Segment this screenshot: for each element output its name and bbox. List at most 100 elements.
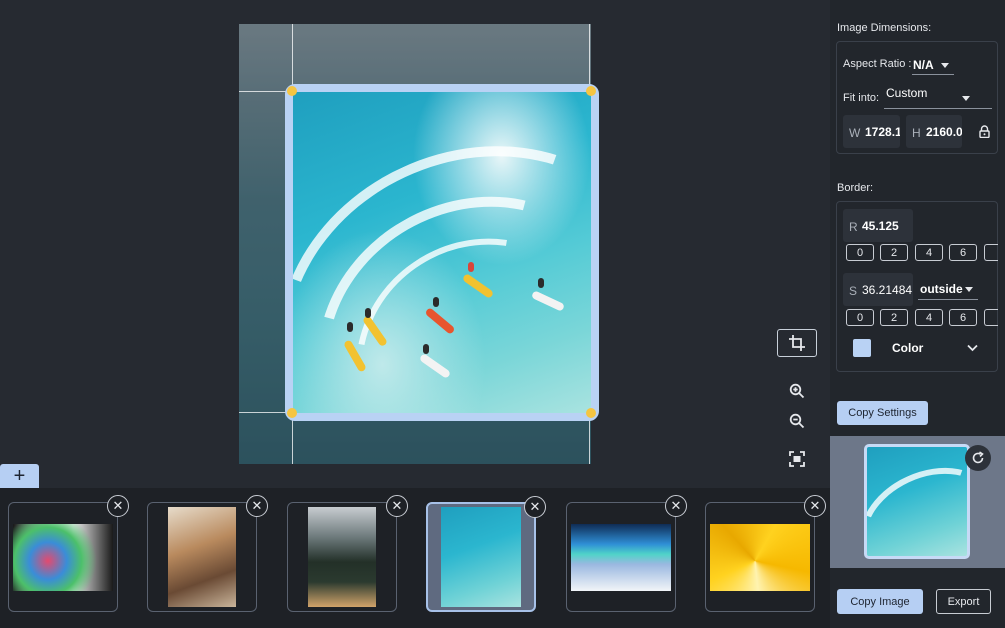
preset-label: 2	[890, 246, 898, 259]
zoom-out-button[interactable]	[786, 410, 808, 432]
export-button[interactable]: Export	[936, 589, 991, 614]
cliff-photo-icon	[168, 507, 236, 607]
refresh-preview-button[interactable]	[965, 445, 991, 471]
size-preset-button[interactable]: 0	[846, 309, 874, 326]
preset-label: 0	[856, 246, 864, 259]
crop-frame[interactable]	[285, 84, 599, 421]
color-label: Color	[892, 341, 924, 355]
thumbnail-item[interactable]: ✕	[8, 495, 129, 612]
thumbnail-item[interactable]: ✕	[147, 495, 268, 612]
radius-preset-button[interactable]: 0	[846, 244, 874, 261]
close-icon: ✕	[529, 499, 541, 514]
close-icon: ✕	[391, 498, 403, 513]
thumbnail-item[interactable]: ✕	[287, 495, 408, 612]
aspect-ratio-value: N/A	[913, 58, 934, 72]
crop-icon	[789, 335, 805, 351]
radius-value: 45.125	[862, 219, 899, 233]
border-position-value: outside	[920, 282, 963, 296]
yellow-triangle-photo-icon	[710, 523, 810, 591]
thumbnail-close-button[interactable]: ✕	[107, 495, 129, 517]
chevron-down-icon	[962, 96, 970, 101]
surfer	[423, 344, 429, 354]
zoom-out-icon	[789, 413, 805, 429]
close-icon: ✕	[670, 498, 682, 513]
aurora-photo-icon	[571, 523, 671, 591]
thumbnail-close-button[interactable]: ✕	[665, 495, 687, 517]
size-preset-button[interactable]: 4	[915, 309, 943, 326]
thumbnail-close-button[interactable]: ✕	[804, 495, 826, 517]
preset-label: 4	[925, 246, 933, 259]
add-image-button[interactable]: +	[0, 464, 39, 488]
width-label: W	[849, 126, 861, 140]
surfer	[365, 308, 371, 318]
zoom-in-icon	[789, 383, 805, 399]
preview-image	[864, 444, 970, 559]
forest-lake-photo-icon	[308, 507, 376, 607]
copy-settings-button[interactable]: Copy Settings	[837, 401, 928, 425]
wave-foam	[867, 447, 967, 556]
close-icon: ✕	[809, 498, 821, 513]
export-label: Export	[947, 595, 980, 608]
radius-preset-button[interactable]: 4	[915, 244, 943, 261]
add-label: +	[13, 464, 26, 487]
thumbnail-close-button[interactable]: ✕	[246, 495, 268, 517]
copy-image-label: Copy Image	[850, 595, 910, 608]
height-label: H	[912, 126, 921, 140]
preset-label: 6	[959, 311, 967, 324]
filmstrip: ✕ ✕ ✕ ✕ ✕ ✕	[0, 488, 830, 628]
close-icon: ✕	[251, 498, 263, 513]
aspect-ratio-label: Aspect Ratio :	[843, 58, 912, 70]
close-icon: ✕	[112, 498, 124, 513]
preset-label: 4	[925, 311, 933, 324]
size-preset-button-partial[interactable]	[984, 309, 998, 326]
thumbnail-item[interactable]: ✕	[566, 495, 687, 612]
radius-preset-button[interactable]: 2	[880, 244, 908, 261]
hands-paint-photo-icon	[13, 523, 113, 591]
fit-screen-button[interactable]	[786, 448, 808, 470]
height-value: 2160.0	[926, 125, 962, 139]
canvas-area	[0, 0, 830, 488]
thumbnail-item[interactable]: ✕	[705, 495, 826, 612]
lock-icon	[978, 124, 990, 138]
chevron-down-icon	[967, 344, 978, 352]
refresh-icon	[972, 451, 984, 464]
chevron-down-icon	[941, 63, 949, 68]
copy-settings-label: Copy Settings	[848, 407, 917, 419]
crop-handle-bottom-left[interactable]	[287, 408, 297, 418]
crop-handle-top-right[interactable]	[586, 86, 596, 96]
lock-aspect-button[interactable]	[977, 123, 991, 139]
width-value: 1728.1	[865, 125, 900, 139]
fit-into-value: Custom	[886, 86, 928, 100]
size-label: S	[849, 284, 858, 298]
crop-handle-bottom-right[interactable]	[586, 408, 596, 418]
radius-preset-button[interactable]: 6	[949, 244, 977, 261]
crop-handle-top-left[interactable]	[287, 86, 297, 96]
surf-wave-photo-icon	[441, 507, 521, 607]
size-preset-button[interactable]: 2	[880, 309, 908, 326]
copy-image-button[interactable]: Copy Image	[837, 589, 923, 614]
zoom-in-button[interactable]	[786, 380, 808, 402]
surfer	[538, 278, 544, 288]
color-swatch	[853, 339, 871, 357]
thumbnail-close-button[interactable]: ✕	[524, 496, 546, 518]
size-value: 36.21484	[862, 283, 913, 297]
thumbnail-close-button[interactable]: ✕	[386, 495, 408, 517]
surfer	[433, 297, 439, 307]
select-underline	[918, 299, 978, 300]
chevron-down-icon	[965, 287, 973, 292]
thumbnail-item-selected[interactable]: ✕	[426, 496, 546, 612]
border-title: Border:	[837, 182, 874, 194]
preset-label: 2	[890, 311, 898, 324]
select-underline	[884, 108, 992, 109]
size-preset-button[interactable]: 6	[949, 309, 977, 326]
preset-label: 0	[856, 311, 864, 324]
surfer	[468, 262, 474, 272]
preset-label: 6	[959, 246, 967, 259]
crop-tool-button[interactable]	[777, 329, 817, 357]
image-dimensions-title: Image Dimensions:	[837, 22, 932, 34]
radius-preset-button-partial[interactable]	[984, 244, 998, 261]
fit-into-label: Fit into:	[843, 92, 880, 104]
select-underline	[912, 74, 954, 75]
fit-screen-icon	[789, 451, 805, 467]
radius-label: R	[849, 220, 858, 234]
